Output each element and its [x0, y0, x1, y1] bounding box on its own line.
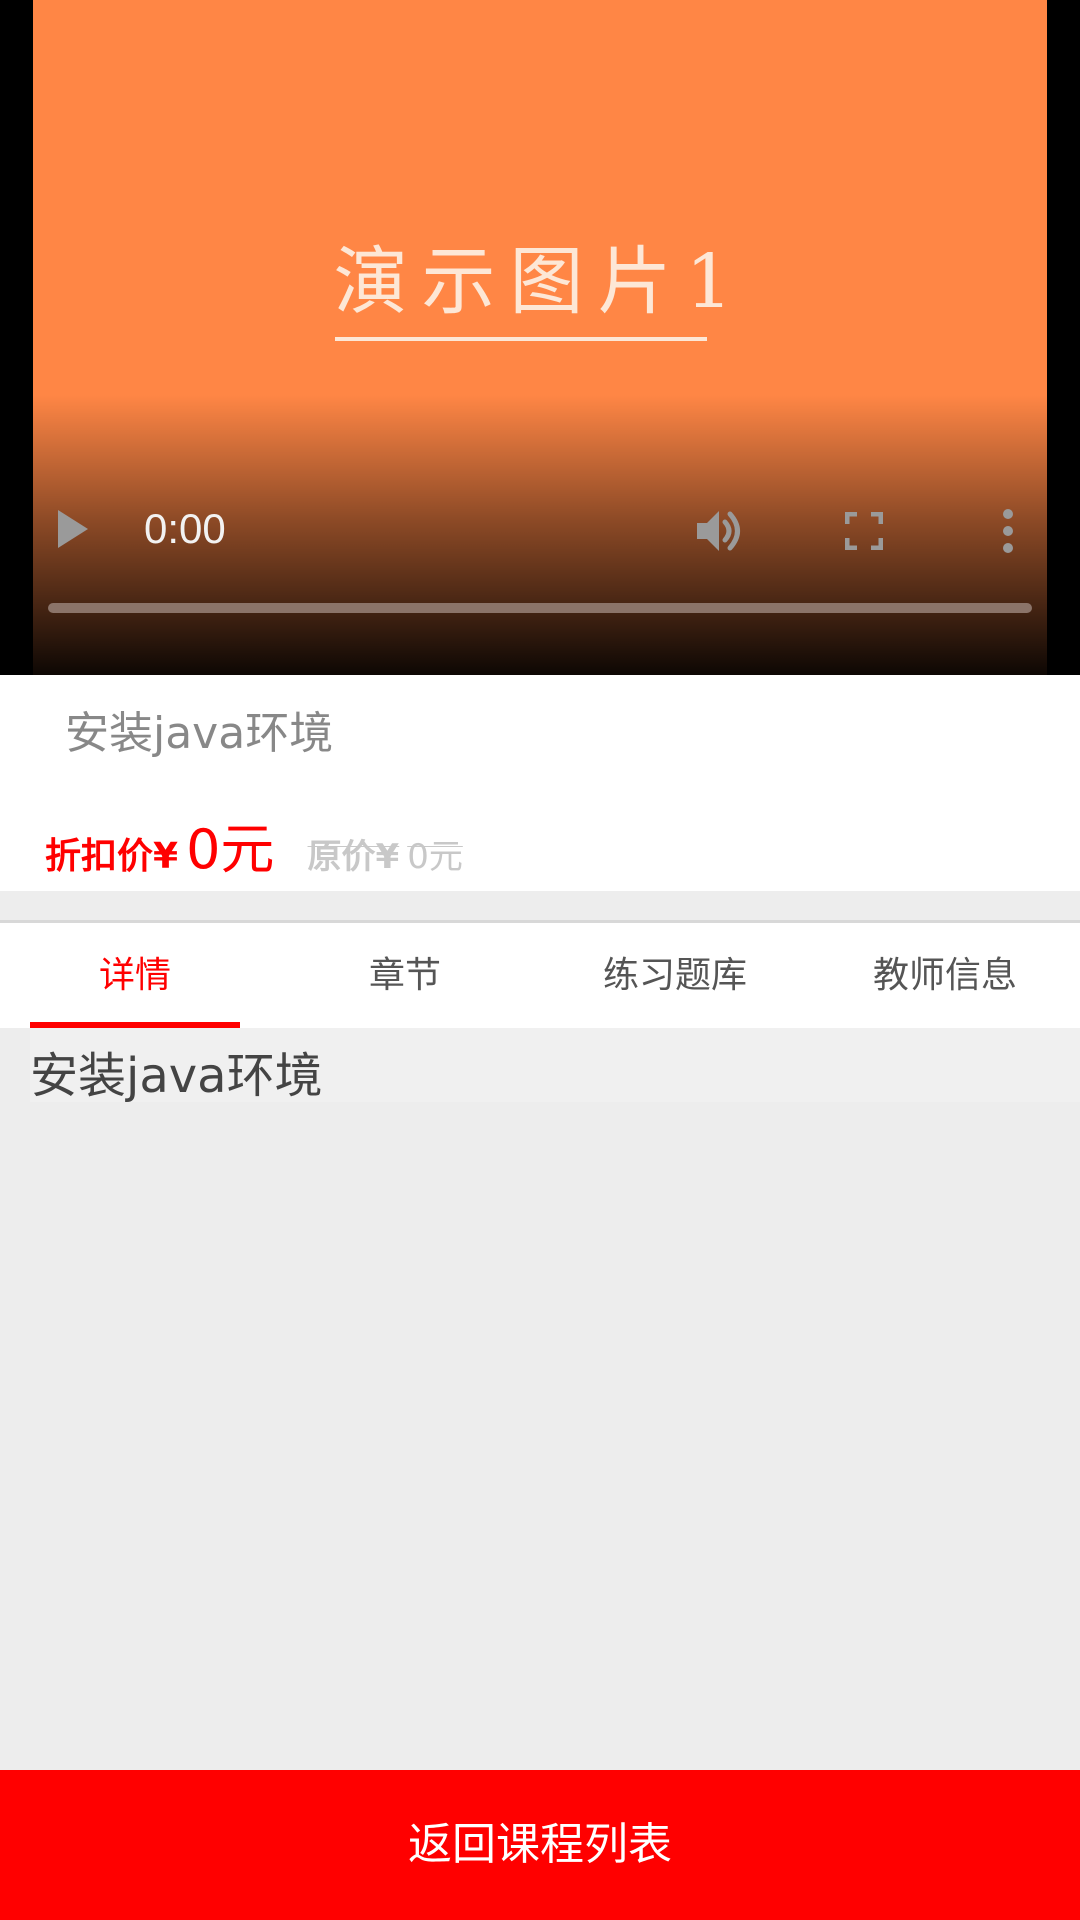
tab-label: 教师信息 — [872, 955, 1017, 996]
price-row: 折扣价¥ 0元 原价¥ 0元 — [45, 805, 463, 881]
tab-label: 详情 — [98, 955, 171, 996]
tab-details[interactable]: 详情 — [0, 923, 270, 1028]
course-title: 安装java环境 — [65, 708, 334, 759]
video-player[interactable]: 演示图片1 0:00 — [0, 0, 1080, 675]
volume-icon[interactable] — [693, 505, 745, 557]
tab-label: 练习题库 — [602, 955, 747, 996]
poster-underline — [335, 337, 707, 341]
original-price-label: 原价¥ — [307, 837, 400, 877]
current-time: 0:00 — [144, 505, 226, 552]
detail-content: 安装java环境 — [0, 1028, 1080, 1770]
tab-chapters[interactable]: 章节 — [270, 923, 540, 1028]
discount-price: 0元 — [186, 818, 275, 881]
tab-exercises[interactable]: 练习题库 — [540, 923, 810, 1028]
poster-title: 演示图片1 — [333, 239, 747, 325]
original-price: 原价¥ 0元 — [308, 837, 463, 877]
tab-bar: 详情 章节 练习题库 教师信息 — [0, 923, 1080, 1028]
back-to-course-list-button[interactable]: 返回课程列表 — [0, 1770, 1080, 1920]
original-price-value: 0元 — [407, 837, 463, 877]
more-options-icon[interactable] — [1000, 508, 1016, 554]
progress-bar[interactable] — [48, 603, 1032, 613]
fullscreen-icon[interactable] — [845, 512, 883, 550]
discount-price-label: 折扣价¥ — [45, 836, 179, 877]
detail-text: 安装java环境 — [30, 1048, 323, 1104]
play-icon[interactable] — [58, 510, 88, 548]
tab-label: 章节 — [368, 955, 441, 996]
course-info: 安装java环境 折扣价¥ 0元 原价¥ 0元 — [0, 675, 1080, 891]
tab-teacher-info[interactable]: 教师信息 — [810, 923, 1080, 1028]
